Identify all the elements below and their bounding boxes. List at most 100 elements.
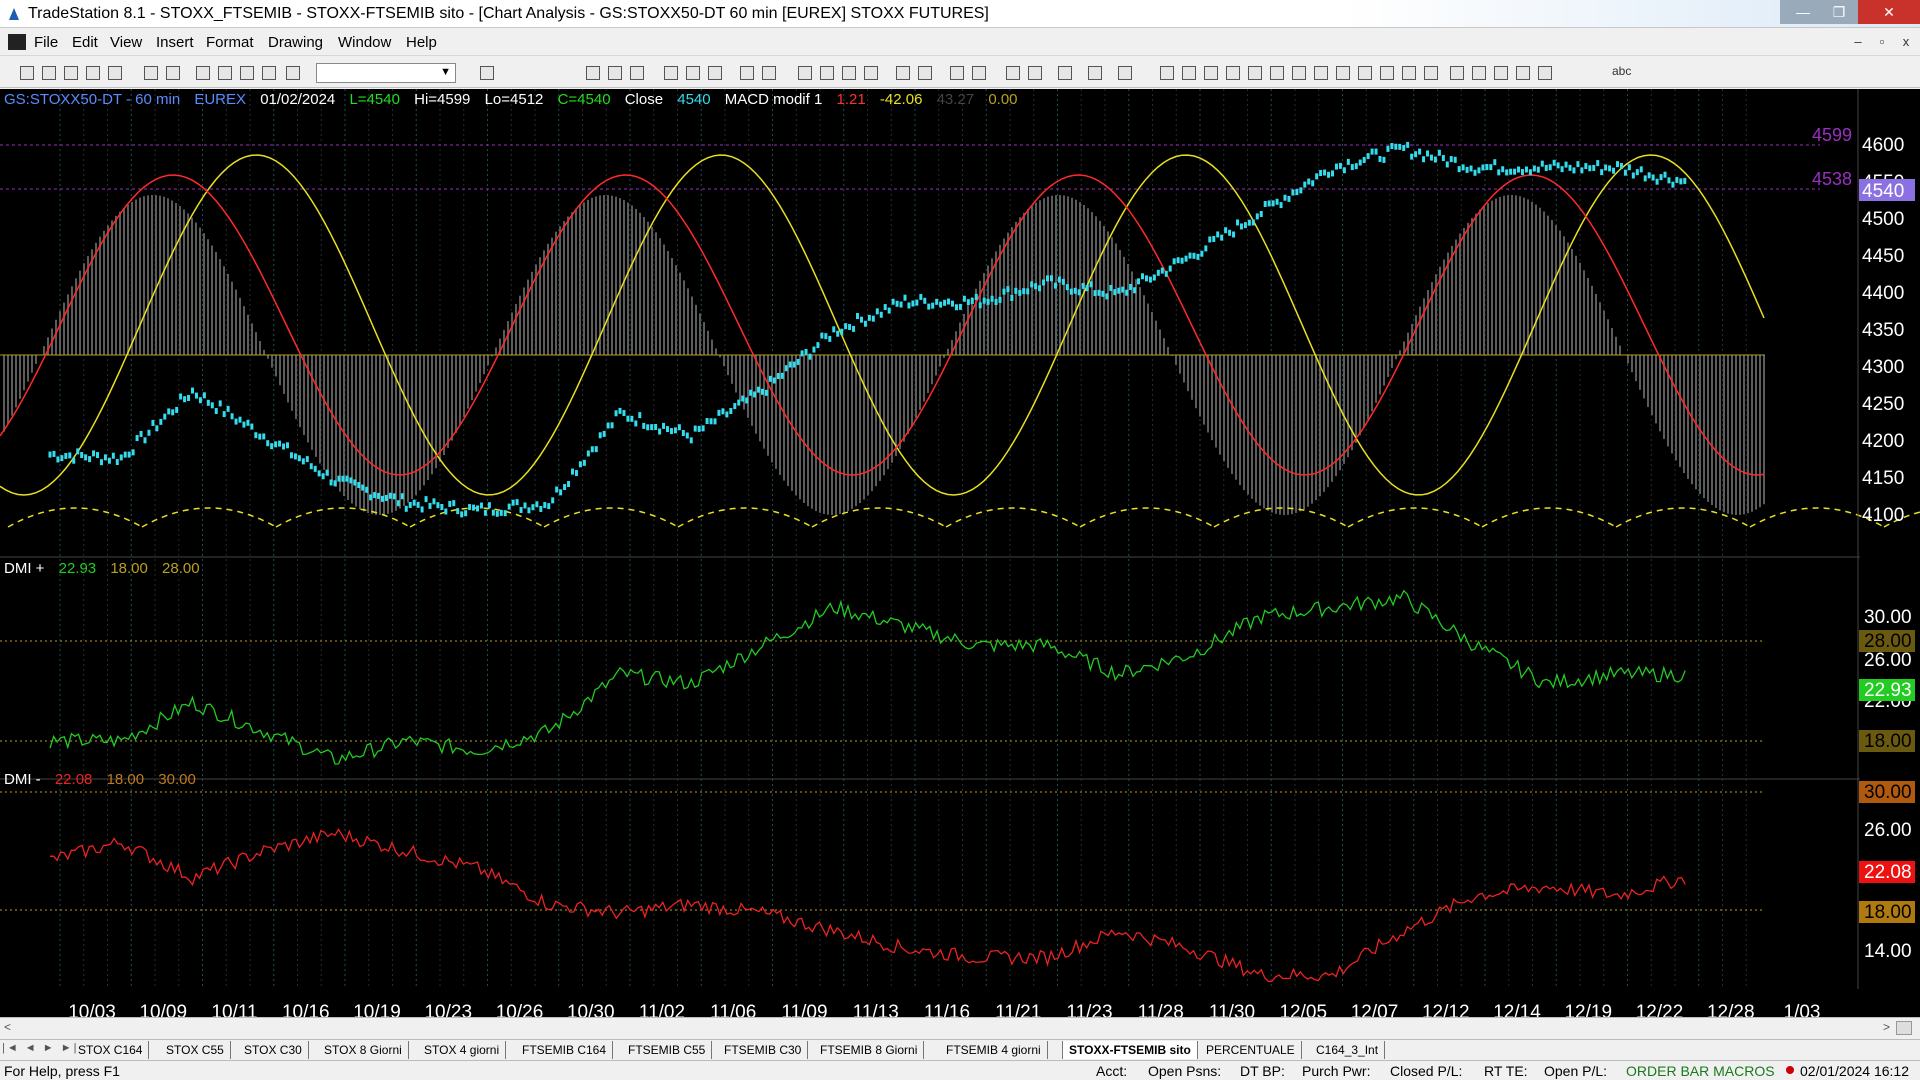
crosshair-icon[interactable] xyxy=(1028,66,1042,80)
candle-icon[interactable] xyxy=(864,66,878,80)
tab-stox-c30[interactable]: STOX C30 xyxy=(238,1041,309,1059)
grid-icon[interactable] xyxy=(630,66,644,80)
menu-help[interactable]: Help xyxy=(406,34,437,51)
gann-icon[interactable] xyxy=(1292,66,1306,80)
menu-edit[interactable]: Edit xyxy=(72,34,98,51)
wave-icon[interactable] xyxy=(1248,66,1262,80)
scroll-left-icon[interactable]: < xyxy=(4,1020,11,1034)
tab-stox-4-giorni[interactable]: STOX 4 giorni xyxy=(418,1041,507,1059)
chart-canvas[interactable]: 4600 4550 4500 4450 4400 4350 4300 4250 … xyxy=(0,89,1920,1026)
menu-file[interactable]: File xyxy=(34,34,58,51)
price-tick: 4250 xyxy=(1862,394,1904,415)
zoom-out-icon[interactable] xyxy=(972,66,986,80)
hi-price-marker: 4599 xyxy=(1812,125,1852,145)
trendline-icon[interactable] xyxy=(1160,66,1174,80)
dmi-plus-label[interactable]: DMI + xyxy=(4,560,44,577)
zoom-in-icon[interactable] xyxy=(950,66,964,80)
arrows-icon[interactable] xyxy=(1358,66,1372,80)
chevron-down-icon[interactable]: ▼ xyxy=(440,66,451,78)
tab-ftsemib-c55[interactable]: FTSEMIB C55 xyxy=(622,1041,713,1059)
menu-drawing[interactable]: Drawing xyxy=(268,34,323,51)
dmi-minus-label[interactable]: DMI - xyxy=(4,771,41,788)
bars-icon[interactable] xyxy=(1314,66,1328,80)
pen-icon[interactable] xyxy=(1424,66,1438,80)
color-icon[interactable] xyxy=(286,66,300,80)
mdi-restore-button[interactable]: ▫ xyxy=(1872,34,1892,49)
data-icon[interactable] xyxy=(740,66,754,80)
symbol-combo[interactable]: ▼ xyxy=(316,63,456,83)
chart-style-icon[interactable] xyxy=(586,66,600,80)
mdi-minimize-button[interactable]: – xyxy=(1848,34,1868,49)
tab-ftsemib-8-giorni[interactable]: FTSEMIB 8 Giorni xyxy=(814,1041,925,1059)
compress-icon[interactable] xyxy=(798,66,812,80)
pointer-icon[interactable] xyxy=(1006,66,1020,80)
new-workspace-icon[interactable] xyxy=(86,66,100,80)
menu-window[interactable]: Window xyxy=(338,34,391,51)
open-workspace-icon[interactable] xyxy=(64,66,78,80)
vertical-lines-icon[interactable] xyxy=(1182,66,1196,80)
mdi-close-button[interactable]: x xyxy=(1896,34,1916,49)
dmi-minus-header: DMI - 22.08 18.00 30.00 xyxy=(4,771,206,788)
order-icon[interactable] xyxy=(1088,66,1102,80)
expand-icon[interactable] xyxy=(820,66,834,80)
alert-icon[interactable] xyxy=(1118,66,1132,80)
tab-ftsemib-c164[interactable]: FTSEMIB C164 xyxy=(516,1041,614,1059)
rectangle-icon[interactable] xyxy=(1538,66,1552,80)
arrow-down-icon[interactable] xyxy=(1472,66,1486,80)
refresh-icon[interactable] xyxy=(708,66,722,80)
print-icon[interactable] xyxy=(166,66,180,80)
tab-c164-3-int[interactable]: C164_3_Int xyxy=(1310,1041,1386,1059)
status-dt-bp: DT BP: xyxy=(1240,1063,1285,1079)
tab-stox-c55[interactable]: STOX C55 xyxy=(160,1041,231,1059)
tab-stox-c164[interactable]: STOX C164 xyxy=(72,1041,150,1059)
strategy-icon[interactable] xyxy=(686,66,700,80)
bar-type-icon[interactable] xyxy=(842,66,856,80)
tab-stoxx-ftsemib-sito[interactable]: STOXX-FTSEMIB sito xyxy=(1062,1041,1198,1059)
arc-icon[interactable] xyxy=(1402,66,1416,80)
copy-icon[interactable] xyxy=(218,66,232,80)
tab-stox-8-giorni[interactable]: STOX 8 Giorni xyxy=(318,1041,409,1059)
indicator-icon[interactable] xyxy=(664,66,678,80)
scroll-right-icon[interactable]: > xyxy=(1883,1020,1890,1034)
orderbar-macros[interactable]: ORDER BAR MACROS xyxy=(1626,1063,1775,1079)
channel-icon[interactable] xyxy=(1270,66,1284,80)
close-button[interactable]: ✕ xyxy=(1858,0,1920,24)
menu-insert[interactable]: Insert xyxy=(156,34,194,51)
chart-scrollbar[interactable]: < > xyxy=(0,1017,1920,1037)
parallel-icon[interactable] xyxy=(1380,66,1394,80)
bar-icon[interactable] xyxy=(608,66,622,80)
menu-view[interactable]: View xyxy=(110,34,142,51)
tab-percentuale[interactable]: PERCENTUALE xyxy=(1200,1041,1302,1059)
tab-ftsemib-4-giorni[interactable]: FTSEMIB 4 giorni xyxy=(940,1041,1048,1059)
text-tool-icon[interactable]: abc xyxy=(1612,64,1631,78)
cut-icon[interactable] xyxy=(196,66,210,80)
fibonacci-icon[interactable] xyxy=(1226,66,1240,80)
chart-window-icon[interactable] xyxy=(8,34,26,50)
ellipse-icon[interactable] xyxy=(1516,66,1530,80)
quote-icon[interactable] xyxy=(480,66,494,80)
open-icon[interactable] xyxy=(42,66,56,80)
tools-icon[interactable] xyxy=(1058,66,1072,80)
scan-icon[interactable] xyxy=(762,66,776,80)
price-tick: 4300 xyxy=(1862,357,1904,378)
arrow-up-icon[interactable] xyxy=(1494,66,1508,80)
folder-icon[interactable] xyxy=(108,66,122,80)
chart-analysis-window[interactable]: 4600 4550 4500 4450 4400 4350 4300 4250 … xyxy=(0,89,1920,1026)
space-left-icon[interactable] xyxy=(896,66,910,80)
format-icon[interactable] xyxy=(262,66,276,80)
menu-format[interactable]: Format xyxy=(206,34,254,51)
scroll-thumb[interactable] xyxy=(1896,1021,1912,1035)
space-right-icon[interactable] xyxy=(918,66,932,80)
dmi-minus-tick: 26.00 xyxy=(1864,820,1912,841)
new-icon[interactable] xyxy=(20,66,34,80)
lock-icon[interactable] xyxy=(240,66,254,80)
maximize-button[interactable]: ❐ xyxy=(1816,0,1862,24)
tab-nav-arrows[interactable]: |◄ ◄ ► ►| xyxy=(2,1042,78,1054)
symbol-label[interactable]: GS:STOXX50-DT - 60 min xyxy=(4,91,180,108)
save-icon[interactable] xyxy=(144,66,158,80)
angle-icon[interactable] xyxy=(1336,66,1350,80)
status-rt-te: RT TE: xyxy=(1484,1063,1528,1079)
curve-icon[interactable] xyxy=(1450,66,1464,80)
horizontal-lines-icon[interactable] xyxy=(1204,66,1218,80)
tab-ftsemib-c30[interactable]: FTSEMIB C30 xyxy=(718,1041,809,1059)
